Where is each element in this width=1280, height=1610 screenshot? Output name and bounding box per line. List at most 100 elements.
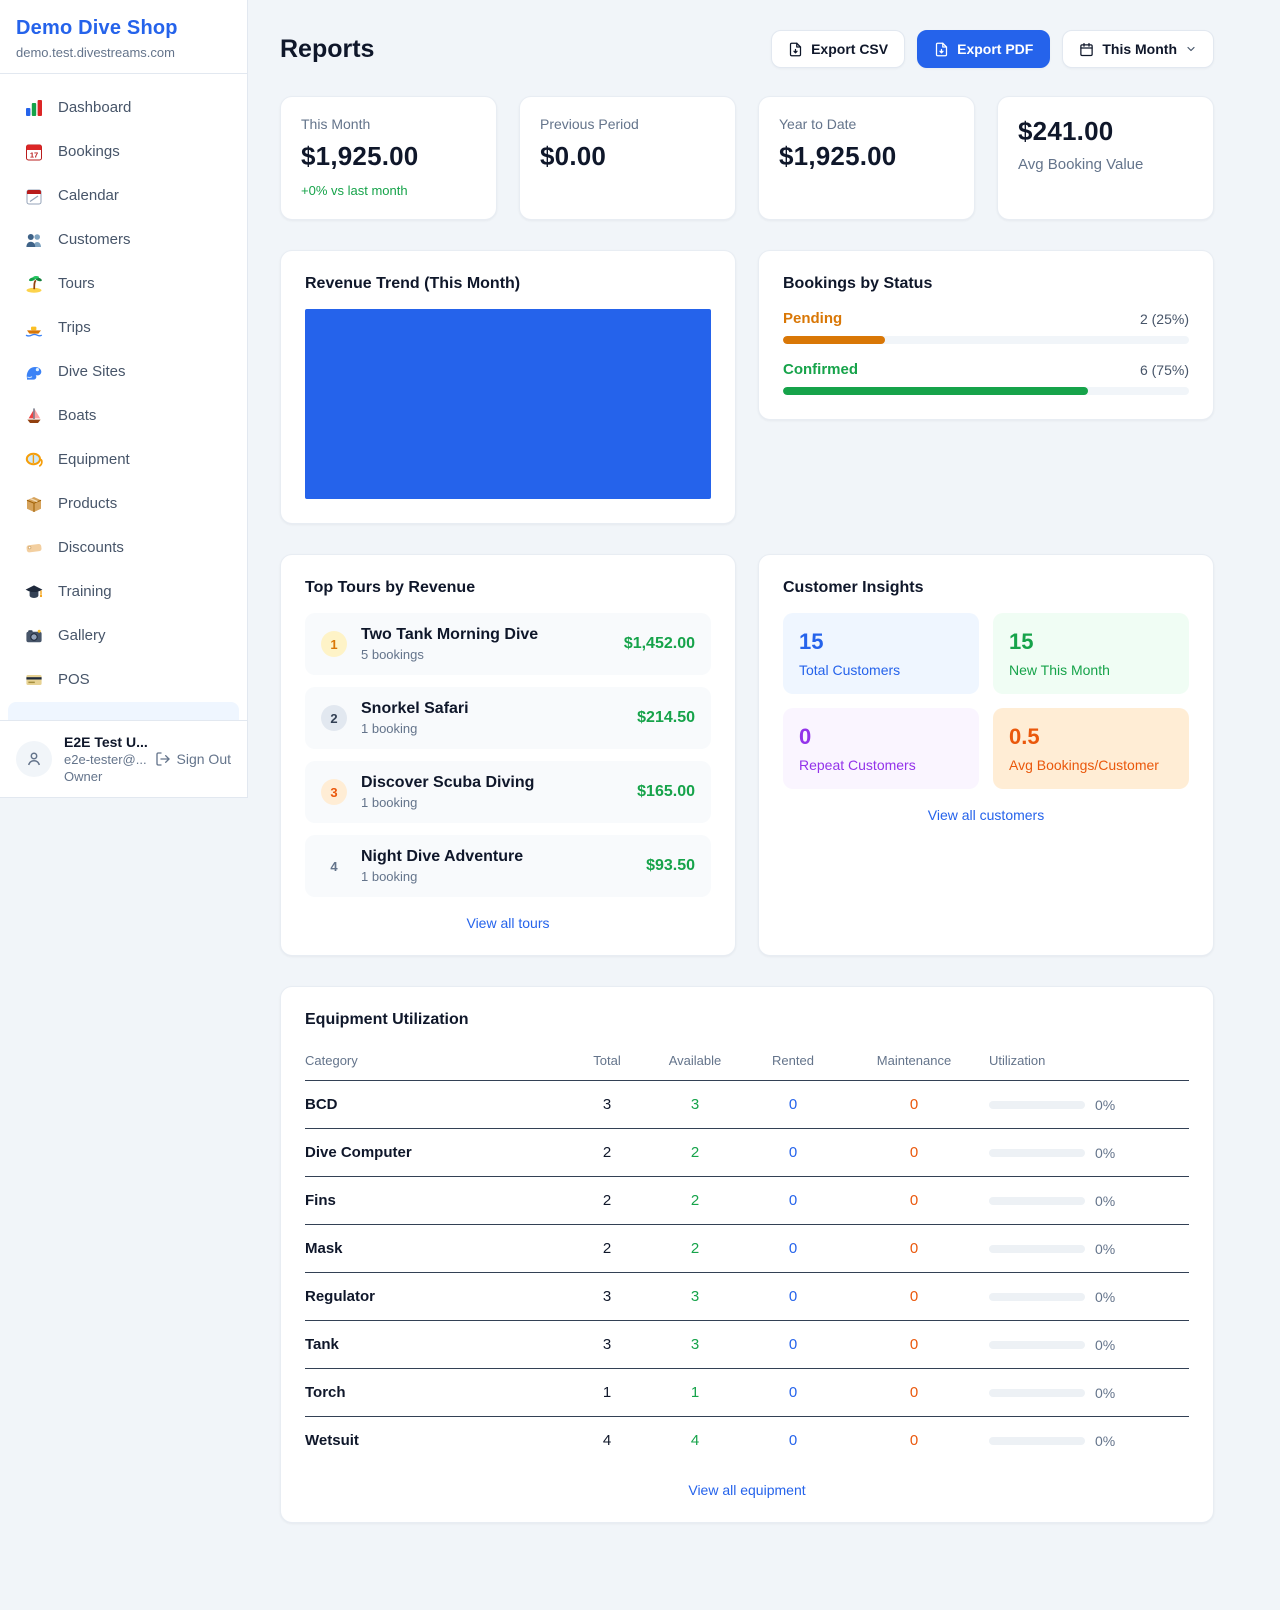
- utilization-percent: 0%: [1095, 1193, 1115, 1209]
- equipment-maintenance: 0: [839, 1144, 989, 1161]
- utilization-bar: [989, 1245, 1085, 1253]
- utilization-bar: [989, 1101, 1085, 1109]
- stat-value: $1,925.00: [779, 141, 954, 172]
- equipment-category: Regulator: [305, 1288, 571, 1305]
- user-area: E2E Test U... e2e-tester@... Owner Sign …: [0, 720, 247, 797]
- sidebar-item-label: Discounts: [58, 538, 124, 558]
- utilization-percent: 0%: [1095, 1097, 1115, 1113]
- stat-card-avg-booking-value: $241.00 Avg Booking Value: [997, 96, 1214, 220]
- equipment-total: 3: [571, 1096, 643, 1113]
- bookings-by-status-card: Bookings by Status Pending 2 (25%) Confi…: [758, 250, 1214, 420]
- stat-card-this-month: This Month $1,925.00 +0% vs last month: [280, 96, 497, 220]
- brand-domain: demo.test.divestreams.com: [16, 45, 231, 60]
- utilization-percent: 0%: [1095, 1289, 1115, 1305]
- sidebar-item-label: Trips: [58, 318, 91, 338]
- equipment-table-header: Category Total Available Rented Maintena…: [305, 1043, 1189, 1081]
- equipment-rented: 0: [747, 1384, 839, 1401]
- equipment-utilization-title: Equipment Utilization: [305, 1011, 1189, 1029]
- sidebar-item-boats[interactable]: Boats: [8, 394, 239, 438]
- period-dropdown[interactable]: This Month: [1062, 30, 1214, 68]
- discounts-icon: [24, 538, 44, 558]
- tour-bookings: 1 booking: [361, 869, 523, 884]
- sidebar-item-label: Dive Sites: [58, 362, 126, 382]
- utilization-bar: [989, 1437, 1085, 1445]
- utilization-percent: 0%: [1095, 1337, 1115, 1353]
- avatar: [16, 741, 52, 777]
- stat-card-year-to-date: Year to Date $1,925.00: [758, 96, 975, 220]
- equipment-total: 4: [571, 1432, 643, 1449]
- sidebar-item-label: Calendar: [58, 186, 119, 206]
- sidebar-item-label: Gallery: [58, 626, 106, 646]
- insight-tile-avg-bookings: 0.5 Avg Bookings/Customer: [993, 708, 1189, 789]
- dashboard-icon: [24, 98, 44, 118]
- view-all-tours-link[interactable]: View all tours: [305, 915, 711, 931]
- equipment-maintenance: 0: [839, 1336, 989, 1353]
- training-icon: [24, 582, 44, 602]
- equipment-maintenance: 0: [839, 1432, 989, 1449]
- insight-label: Avg Bookings/Customer: [1009, 757, 1173, 773]
- table-row: BCD 3 3 0 0 0%: [305, 1081, 1189, 1129]
- rank-badge: 4: [321, 853, 347, 879]
- sidebar-item-label: Customers: [58, 230, 131, 250]
- sidebar-item-calendar[interactable]: Calendar: [8, 174, 239, 218]
- sidebar-item-bookings[interactable]: 17 Bookings: [8, 130, 239, 174]
- table-row: Regulator 3 3 0 0 0%: [305, 1273, 1189, 1321]
- equipment-category: Tank: [305, 1336, 571, 1353]
- tour-amount: $1,452.00: [624, 635, 695, 653]
- tour-row: 3 Discover Scuba Diving 1 booking $165.0…: [305, 761, 711, 823]
- customers-icon: [24, 230, 44, 250]
- equipment-maintenance: 0: [839, 1240, 989, 1257]
- equipment-maintenance: 0: [839, 1288, 989, 1305]
- stat-label: This Month: [301, 116, 476, 132]
- status-label: Confirmed: [783, 361, 858, 378]
- tours-icon: [24, 274, 44, 294]
- calendar-icon: [24, 186, 44, 206]
- sign-out-button[interactable]: Sign Out: [155, 751, 231, 767]
- table-row: Torch 1 1 0 0 0%: [305, 1369, 1189, 1417]
- insight-tile-repeat-customers: 0 Repeat Customers: [783, 708, 979, 789]
- calendar-icon: [1079, 42, 1094, 57]
- column-header: Rented: [747, 1053, 839, 1068]
- sidebar-item-gallery[interactable]: Gallery: [8, 614, 239, 658]
- equipment-maintenance: 0: [839, 1096, 989, 1113]
- tour-amount: $165.00: [637, 783, 695, 801]
- file-download-icon: [934, 42, 949, 57]
- revenue-trend-card: Revenue Trend (This Month): [280, 250, 736, 524]
- equipment-category: Dive Computer: [305, 1144, 571, 1161]
- file-download-icon: [788, 42, 803, 57]
- sidebar-item-trips[interactable]: Trips: [8, 306, 239, 350]
- sidebar-item-customers[interactable]: Customers: [8, 218, 239, 262]
- sidebar-item-label: Tours: [58, 274, 95, 294]
- insight-value: 0.5: [1009, 724, 1173, 750]
- utilization-bar: [989, 1389, 1085, 1397]
- equipment-available: 2: [643, 1192, 747, 1209]
- utilization-cell: 0%: [989, 1433, 1189, 1449]
- sidebar-item-pos[interactable]: POS: [8, 658, 239, 702]
- column-header: Available: [643, 1053, 747, 1068]
- view-all-customers-link[interactable]: View all customers: [783, 807, 1189, 823]
- equipment-rented: 0: [747, 1096, 839, 1113]
- sidebar-item-equipment[interactable]: Equipment: [8, 438, 239, 482]
- sidebar-item-discounts[interactable]: Discounts: [8, 526, 239, 570]
- export-csv-button[interactable]: Export CSV: [771, 30, 905, 68]
- sidebar-item-tours[interactable]: Tours: [8, 262, 239, 306]
- sidebar-item-label: Training: [58, 582, 112, 602]
- progress-track: [783, 336, 1189, 344]
- sidebar-item-dashboard[interactable]: Dashboard: [8, 86, 239, 130]
- tour-bookings: 1 booking: [361, 721, 469, 736]
- tour-name: Night Dive Adventure: [361, 848, 523, 866]
- utilization-percent: 0%: [1095, 1385, 1115, 1401]
- view-all-equipment-link[interactable]: View all equipment: [305, 1482, 1189, 1498]
- sidebar-item-dive-sites[interactable]: Dive Sites: [8, 350, 239, 394]
- export-pdf-button[interactable]: Export PDF: [917, 30, 1050, 68]
- utilization-bar: [989, 1293, 1085, 1301]
- tour-bookings: 1 booking: [361, 795, 534, 810]
- equipment-maintenance: 0: [839, 1192, 989, 1209]
- insight-label: Total Customers: [799, 662, 963, 678]
- sidebar-item-training[interactable]: Training: [8, 570, 239, 614]
- equipment-rented: 0: [747, 1432, 839, 1449]
- sidebar-item-products[interactable]: Products: [8, 482, 239, 526]
- top-tours-title: Top Tours by Revenue: [305, 579, 711, 597]
- insight-tile-new-this-month: 15 New This Month: [993, 613, 1189, 694]
- sidebar-item-active-clipped[interactable]: [8, 702, 239, 720]
